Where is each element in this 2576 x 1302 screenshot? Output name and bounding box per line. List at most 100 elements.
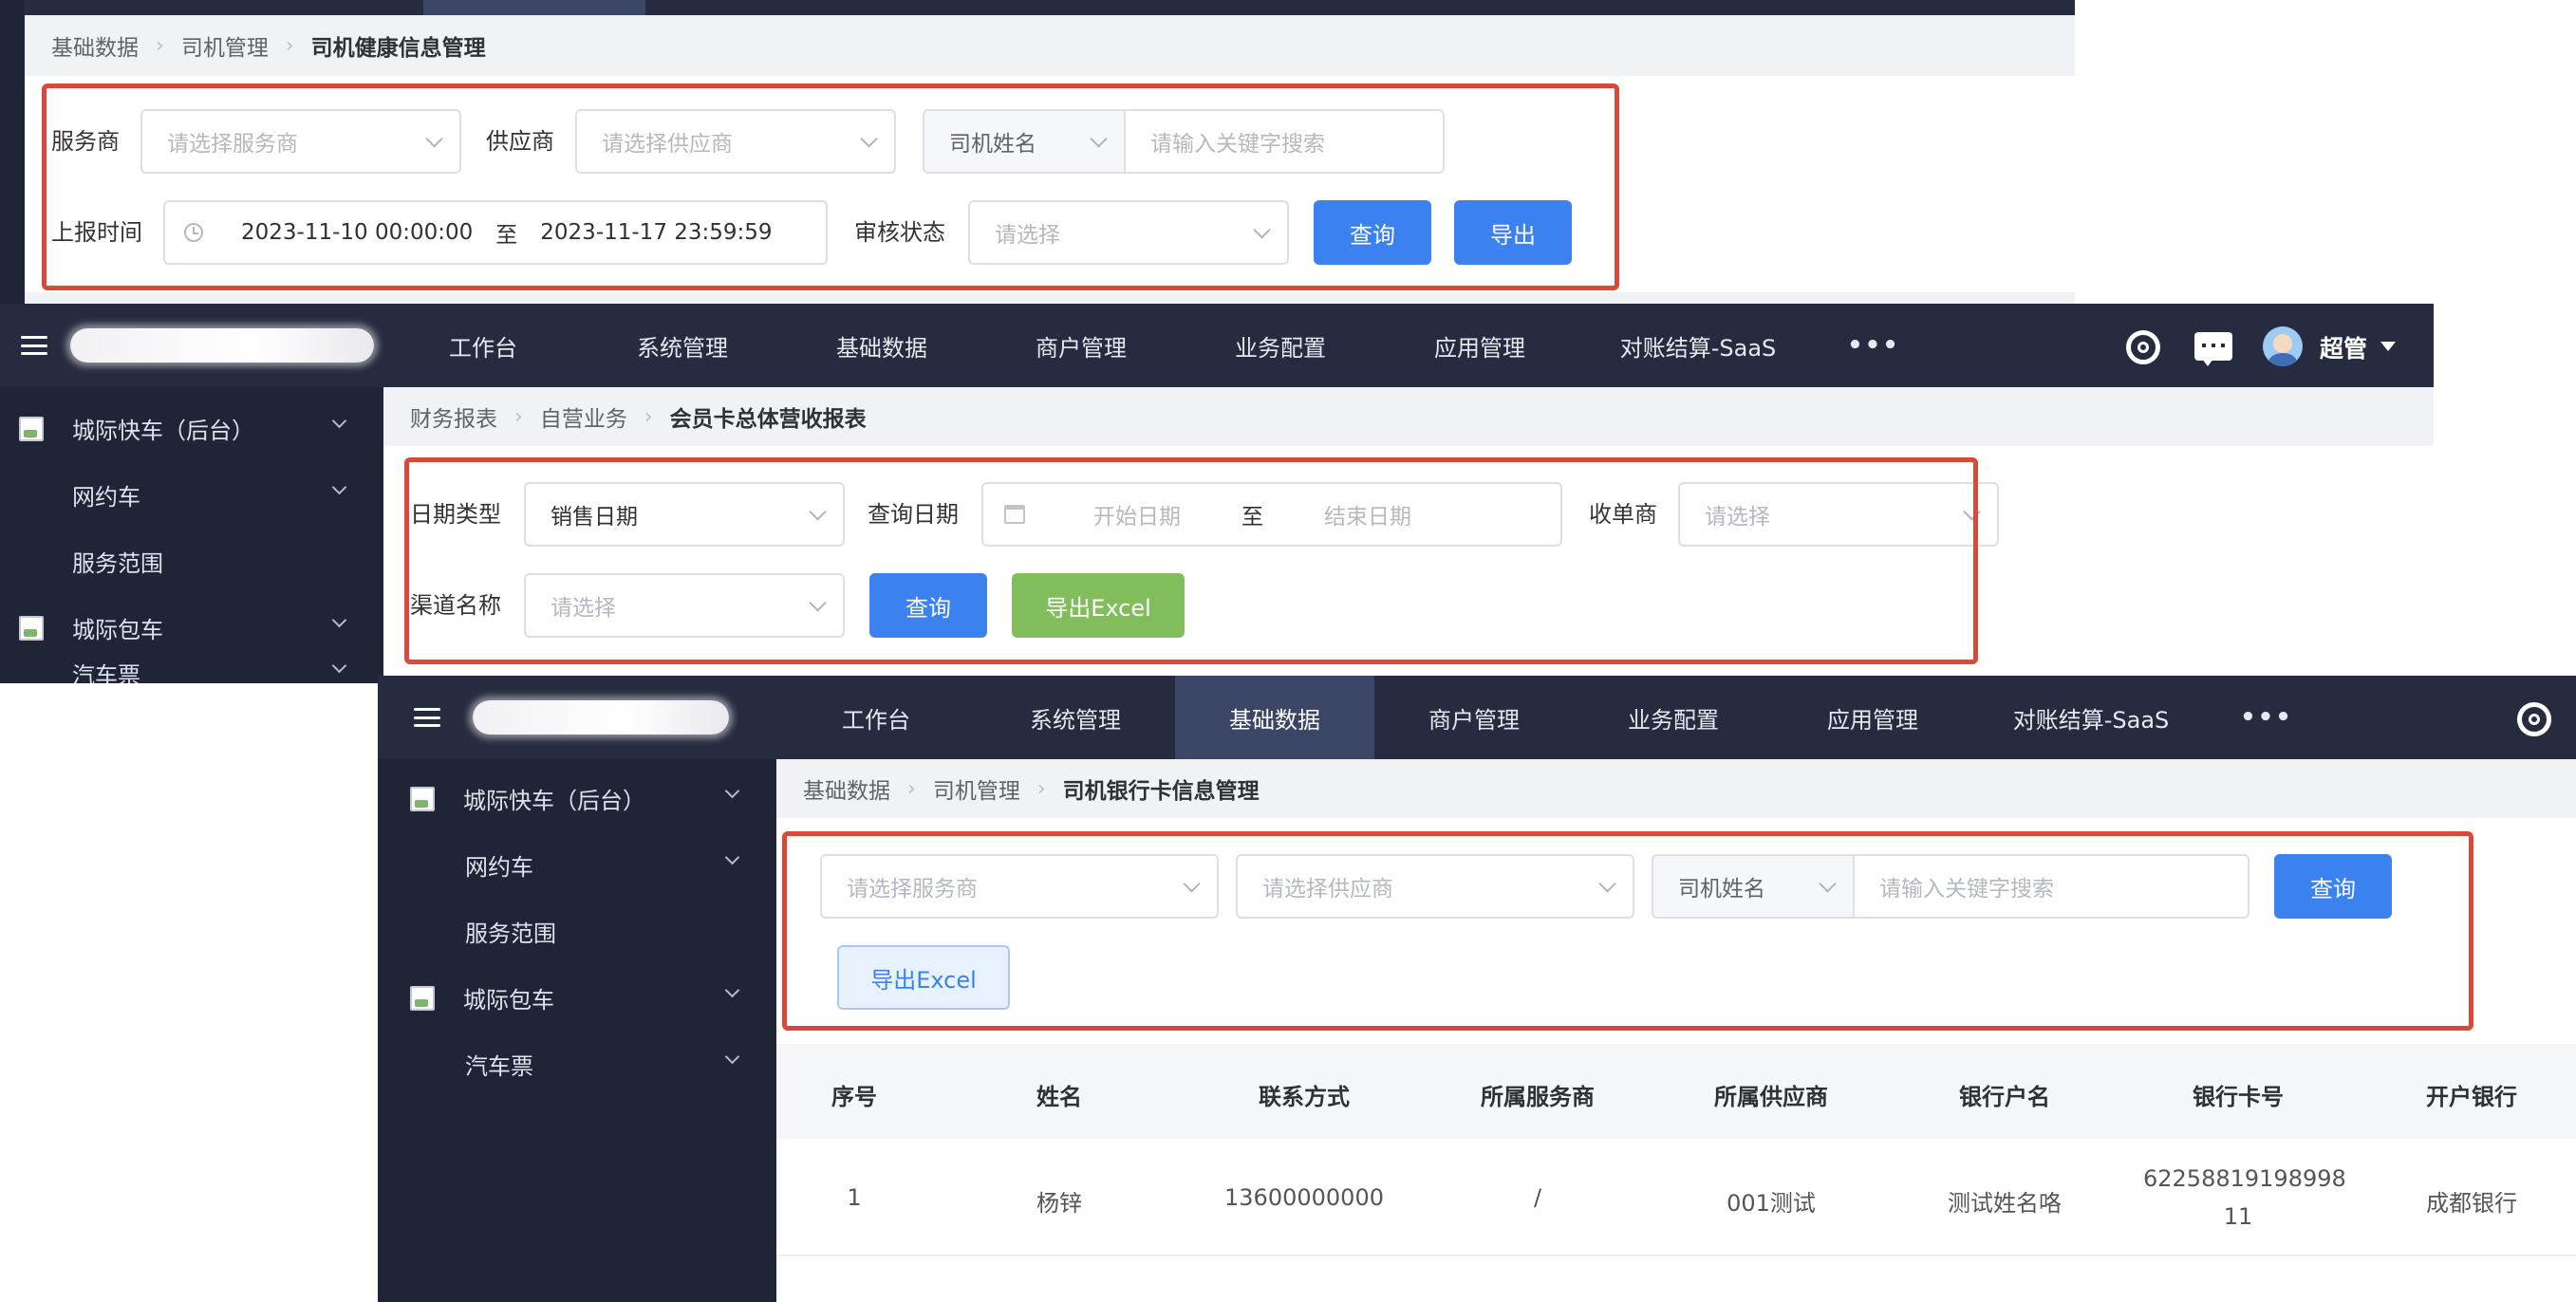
column-header-card-number: 银行卡号 bbox=[2193, 1084, 2284, 1110]
chevron-down-icon bbox=[331, 479, 347, 495]
sidebar-item-intercity-express[interactable]: 城际快车（后台） bbox=[19, 412, 370, 445]
nav-item-merchant[interactable]: 商户管理 bbox=[1374, 676, 1574, 759]
provider-select[interactable]: 请选择服务商 bbox=[820, 854, 1219, 919]
menu-toggle-icon[interactable] bbox=[414, 708, 440, 727]
nav-item-system[interactable]: 系统管理 bbox=[976, 676, 1175, 759]
provider-select[interactable]: 请选择服务商 bbox=[140, 109, 461, 174]
range-separator: 至 bbox=[495, 223, 518, 248]
keyword-input-placeholder: 请输入关键字搜索 bbox=[1150, 132, 1325, 157]
column-header-index: 序号 bbox=[831, 1084, 877, 1110]
calendar-icon bbox=[1004, 505, 1025, 524]
bottom-strip bbox=[25, 292, 2075, 304]
breadcrumb-item[interactable]: 自营业务 bbox=[540, 400, 627, 433]
nav-item-merchant[interactable]: 商户管理 bbox=[981, 304, 1181, 387]
sidebar-item-intercity-express[interactable]: 城际快车（后台） bbox=[410, 782, 761, 815]
sidebar-item-charter[interactable]: 城际包车 bbox=[410, 981, 761, 1014]
cell-card-number-line2: 11 bbox=[2223, 1203, 2253, 1230]
user-name[interactable]: 超管 bbox=[2320, 330, 2367, 364]
column-header-supplier: 所属供应商 bbox=[1714, 1084, 1828, 1110]
help-icon[interactable] bbox=[2126, 330, 2160, 364]
clock-icon bbox=[184, 223, 203, 242]
breadcrumb: 基础数据 › 司机管理 › 司机银行卡信息管理 bbox=[776, 759, 2576, 818]
keyword-input[interactable]: 请输入关键字搜索 bbox=[1124, 109, 1445, 174]
chevron-down-icon bbox=[425, 130, 443, 148]
breadcrumb-separator-icon: › bbox=[285, 33, 294, 58]
report-time-start: 2023-11-10 00:00:00 bbox=[241, 220, 474, 245]
cell-provider: / bbox=[1533, 1184, 1542, 1211]
keyword-input[interactable]: 请输入关键字搜索 bbox=[1853, 854, 2249, 919]
nav-menu: 工作台 系统管理 基础数据 商户管理 业务配置 应用管理 对账结算-SaaS •… bbox=[776, 676, 2333, 759]
nav-item-business-config[interactable]: 业务配置 bbox=[1181, 304, 1380, 387]
query-button[interactable]: 查询 bbox=[1314, 200, 1431, 265]
query-button[interactable]: 查询 bbox=[2274, 854, 2392, 919]
channel-select[interactable]: 请选择 bbox=[524, 573, 845, 638]
query-button[interactable]: 查询 bbox=[869, 573, 987, 638]
image-placeholder-icon bbox=[410, 985, 435, 1011]
date-type-select[interactable]: 销售日期 bbox=[524, 482, 845, 547]
sidebar-item-label: 城际包车 bbox=[463, 987, 554, 1014]
sidebar-item-service-area[interactable]: 服务范围 bbox=[72, 545, 163, 578]
column-header-account-name: 银行户名 bbox=[1959, 1084, 2050, 1110]
sidebar-item-bus-ticket[interactable]: 汽车票 bbox=[72, 657, 370, 683]
avatar[interactable] bbox=[2263, 326, 2303, 366]
sidebar-item-charter[interactable]: 城际包车 bbox=[19, 611, 370, 644]
more-icon[interactable]: ••• bbox=[1817, 304, 1931, 387]
export-excel-button[interactable]: 导出Excel bbox=[1012, 573, 1185, 638]
nav-item-reconciliation[interactable]: 对账结算-SaaS bbox=[1579, 304, 1817, 387]
nav-item-basic-data[interactable]: 基础数据 bbox=[1175, 676, 1374, 759]
channel-label: 渠道名称 bbox=[410, 592, 501, 619]
search-type-select[interactable]: 司机姓名 bbox=[923, 109, 1126, 174]
nav-item-app-management[interactable]: 应用管理 bbox=[1773, 676, 1972, 759]
supplier-select[interactable]: 请选择供应商 bbox=[575, 109, 896, 174]
more-icon[interactable]: ••• bbox=[2210, 676, 2324, 759]
sidebar-item-service-area[interactable]: 服务范围 bbox=[465, 915, 556, 948]
breadcrumb-separator-icon: › bbox=[1036, 776, 1046, 801]
audit-status-select[interactable]: 请选择 bbox=[968, 200, 1289, 265]
panel-membership-report: 工作台 系统管理 基础数据 商户管理 业务配置 应用管理 对账结算-SaaS •… bbox=[0, 304, 2434, 683]
nav-item-app-management[interactable]: 应用管理 bbox=[1380, 304, 1579, 387]
breadcrumb-item[interactable]: 司机管理 bbox=[933, 772, 1020, 805]
sidebar-item-bus-ticket[interactable]: 汽车票 bbox=[465, 1048, 761, 1081]
message-icon[interactable] bbox=[2194, 332, 2232, 366]
sidebar-item-ride-hailing[interactable]: 网约车 bbox=[72, 478, 370, 512]
search-type-select[interactable]: 司机姓名 bbox=[1652, 854, 1855, 919]
query-date-range-picker[interactable]: 开始日期 至 结束日期 bbox=[981, 482, 1562, 547]
nav-item-workbench[interactable]: 工作台 bbox=[776, 676, 976, 759]
chevron-down-icon bbox=[331, 658, 347, 674]
menu-toggle-icon[interactable] bbox=[21, 336, 47, 355]
date-type-value: 销售日期 bbox=[551, 505, 638, 530]
nav-item-reconciliation[interactable]: 对账结算-SaaS bbox=[1972, 676, 2210, 759]
chevron-down-icon bbox=[724, 783, 740, 799]
cell-name: 杨锌 bbox=[1036, 1190, 1082, 1217]
nav-item-business-config[interactable]: 业务配置 bbox=[1574, 676, 1773, 759]
export-button[interactable]: 导出 bbox=[1454, 200, 1572, 265]
nav-item-system[interactable]: 系统管理 bbox=[583, 304, 782, 387]
breadcrumb-item[interactable]: 基础数据 bbox=[51, 29, 139, 62]
nav-item-workbench[interactable]: 工作台 bbox=[383, 304, 583, 387]
supplier-select[interactable]: 请选择供应商 bbox=[1236, 854, 1634, 919]
cell-supplier: 001测试 bbox=[1727, 1190, 1816, 1217]
help-icon[interactable] bbox=[2517, 702, 2551, 736]
breadcrumb-item[interactable]: 司机管理 bbox=[181, 29, 269, 62]
sidebar-item-ride-hailing[interactable]: 网约车 bbox=[465, 848, 761, 882]
sidebar-item-label: 服务范围 bbox=[465, 921, 556, 947]
caret-down-icon[interactable] bbox=[2380, 342, 2396, 351]
top-nav-bar: 工作台 系统管理 基础数据 商户管理 业务配置 应用管理 对账结算-SaaS •… bbox=[0, 304, 2434, 387]
chevron-down-icon bbox=[331, 612, 347, 628]
nav-item-basic-data[interactable]: 基础数据 bbox=[782, 304, 981, 387]
export-excel-button[interactable]: 导出Excel bbox=[837, 945, 1010, 1010]
sidebar: 城际快车（后台） 网约车 服务范围 城际包车 汽车票 bbox=[0, 387, 383, 683]
cell-bank: 成都银行 bbox=[2426, 1190, 2517, 1217]
breadcrumb-separator-icon: › bbox=[514, 404, 523, 429]
breadcrumb-separator-icon: › bbox=[907, 776, 916, 801]
cell-account-name: 测试姓名咯 bbox=[1948, 1190, 2062, 1217]
breadcrumb: 财务报表 › 自营业务 › 会员卡总体营收报表 bbox=[383, 387, 2434, 446]
report-time-range-picker[interactable]: 2023-11-10 00:00:00 至 2023-11-17 23:59:5… bbox=[163, 200, 828, 265]
acquirer-select[interactable]: 请选择 bbox=[1678, 482, 1999, 547]
chevron-down-icon bbox=[1253, 221, 1271, 239]
chevron-down-icon bbox=[1819, 875, 1837, 893]
breadcrumb-item[interactable]: 基础数据 bbox=[803, 772, 890, 805]
sidebar-item-label: 汽车票 bbox=[465, 1053, 533, 1080]
breadcrumb-item[interactable]: 财务报表 bbox=[410, 400, 497, 433]
chevron-down-icon bbox=[809, 594, 827, 612]
